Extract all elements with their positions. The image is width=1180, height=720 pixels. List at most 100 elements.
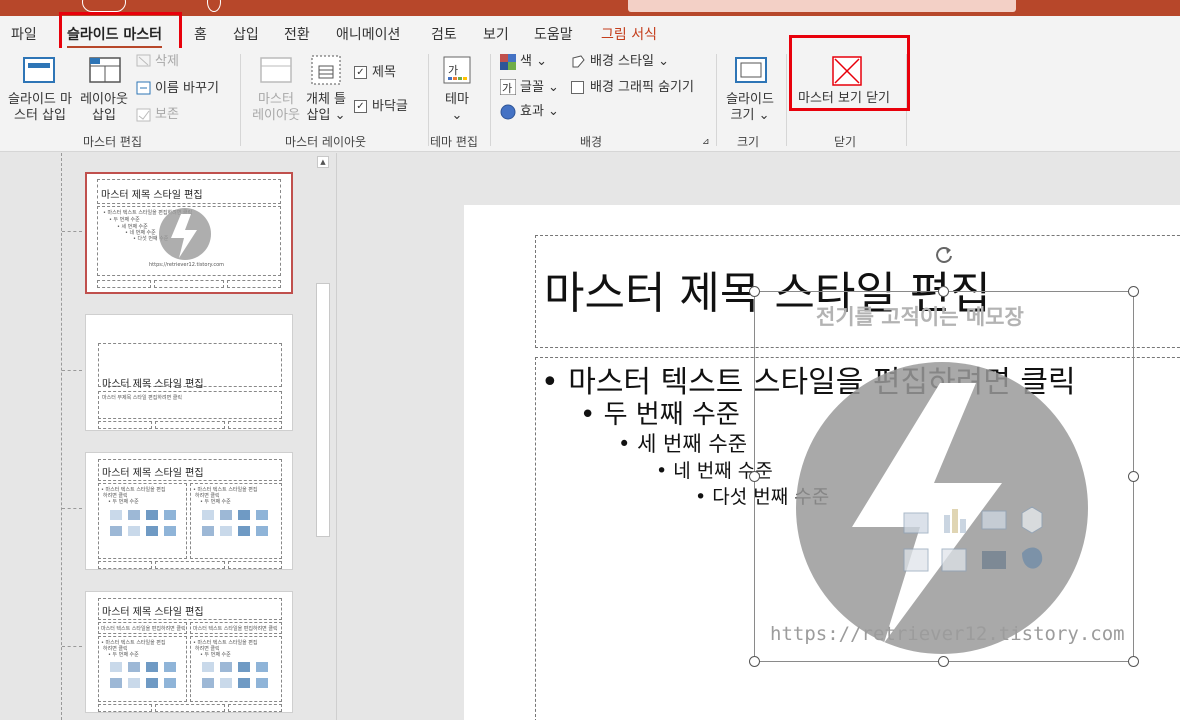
thumbnail-two-content-layout[interactable]: 마스터 제목 스타일 편집 • 마스터 텍스트 스타일을 편집 하려면 클릭 •… xyxy=(85,452,293,570)
thumb-watermark: https://retriever12.tistory.com xyxy=(149,262,225,268)
tab-transitions[interactable]: 전환 xyxy=(284,24,310,44)
slide-size-icon xyxy=(735,57,767,83)
separator xyxy=(490,54,491,146)
chevron-down-icon: ⌄ xyxy=(543,80,559,95)
bullet-level-2[interactable]: • 두 번째 수준 xyxy=(580,394,740,431)
insert-placeholder-label-2: 삽입 xyxy=(306,108,331,123)
tab-home[interactable]: 홈 xyxy=(194,24,207,44)
thumb-subtitle: 마스터 부제목 스타일 편집하려면 클릭 xyxy=(102,395,182,401)
thumb-footer-box xyxy=(155,421,225,429)
thumb-line: • 두 번째 수준 xyxy=(200,499,231,505)
themes-label: 테마 xyxy=(445,92,469,107)
thumbnail-slide-master[interactable]: 마스터 제목 스타일 편집 • 마스터 텍스트 스타일을 편집하려면 클릭 • … xyxy=(85,172,293,294)
slide-editing-area: 마스터 제목 스타일 편집 • 마스터 텍스트 스타일을 편집하려면 클릭 • … xyxy=(336,153,1180,720)
master-layout-label-2: 레이아웃 xyxy=(252,108,300,123)
themes-button[interactable]: 테마 ⌄ xyxy=(440,92,474,124)
thumb-line: • 두 번째 수준 xyxy=(108,652,139,658)
search-box[interactable] xyxy=(628,0,1016,12)
tab-review[interactable]: 검토 xyxy=(431,24,457,44)
effects-icon xyxy=(500,104,516,120)
bullet-level-3[interactable]: • 세 번째 수준 xyxy=(618,428,747,458)
scroll-up-arrow-icon[interactable]: ▲ xyxy=(317,156,329,168)
thumb-footer-box xyxy=(228,421,282,429)
thumb-line: • 두 번째 수준 xyxy=(200,652,231,658)
insert-layout-button[interactable]: 레이아웃 삽입 xyxy=(76,92,132,124)
record-icon[interactable] xyxy=(207,0,221,12)
preserve-button[interactable]: 보존 xyxy=(155,107,179,123)
colors-button[interactable]: 색 ⌄ xyxy=(520,54,547,70)
thumbnail-comparison-layout[interactable]: 마스터 제목 스타일 편집 마스터 텍스트 스타일을 편집하려면 클릭 마스터 … xyxy=(85,591,293,713)
delete-icon xyxy=(136,54,151,67)
insert-layout-icon xyxy=(89,57,121,83)
insert-placeholder-button[interactable]: 개체 틀 삽입 ⌄ xyxy=(303,92,349,124)
resize-handle[interactable] xyxy=(749,286,760,297)
rename-button[interactable]: 이름 바꾸기 xyxy=(155,81,219,97)
delete-button[interactable]: 삭제 xyxy=(155,54,179,70)
autosave-toggle[interactable] xyxy=(82,0,126,12)
thumb-footer-box xyxy=(98,421,152,429)
insert-slide-master-button[interactable]: 슬라이드 마 스터 삽입 xyxy=(6,92,74,124)
thumbnails-scrollbar[interactable]: ▲ xyxy=(314,153,332,720)
thumb-line: • 두 번째 수준 xyxy=(108,499,139,505)
svg-text:가: 가 xyxy=(502,82,512,95)
separator xyxy=(240,54,241,146)
insert-layout-label-2: 삽입 xyxy=(92,108,116,123)
hierarchy-tick xyxy=(62,231,82,232)
chevron-down-icon: ⌄ xyxy=(543,104,559,119)
tab-picture-format[interactable]: 그림 서식 xyxy=(601,24,657,44)
scrollbar-thumb[interactable] xyxy=(316,283,330,537)
resize-handle[interactable] xyxy=(749,471,760,482)
tab-animations[interactable]: 애니메이션 xyxy=(336,24,400,44)
thumb-footer-box xyxy=(154,280,224,288)
bullet-level-2-text: 두 번째 수준 xyxy=(603,400,740,430)
tab-view[interactable]: 보기 xyxy=(483,24,509,44)
colors-icon xyxy=(500,54,516,70)
thumb-footer-box xyxy=(228,561,282,569)
tab-insert[interactable]: 삽입 xyxy=(233,24,259,44)
background-styles-button[interactable]: 배경 스타일 ⌄ xyxy=(590,54,669,70)
separator xyxy=(716,54,717,146)
colors-label: 색 xyxy=(520,54,532,69)
resize-handle[interactable] xyxy=(749,656,760,667)
resize-handle[interactable] xyxy=(1128,286,1139,297)
group-label-master-layout: 마스터 레이아웃 xyxy=(285,135,367,149)
effects-button[interactable]: 효과 ⌄ xyxy=(520,104,559,120)
insert-layout-label-1: 레이아웃 xyxy=(80,92,128,107)
slide-canvas[interactable]: 마스터 제목 스타일 편집 • 마스터 텍스트 스타일을 편집하려면 클릭 • … xyxy=(464,205,1180,720)
thumb-footer-box xyxy=(98,561,152,569)
background-styles-icon xyxy=(572,55,585,68)
resize-handle[interactable] xyxy=(938,656,949,667)
footers-checkbox-label: 바닥글 xyxy=(372,99,408,114)
thumb-content-icons xyxy=(110,510,176,536)
hierarchy-tick xyxy=(62,370,82,371)
footers-checkbox[interactable]: ✓ xyxy=(354,100,367,113)
thumb-logo-image xyxy=(159,208,211,260)
resize-handle[interactable] xyxy=(1128,656,1139,667)
slide-thumbnails-pane: 마스터 제목 스타일 편집 • 마스터 텍스트 스타일을 편집하려면 클릭 • … xyxy=(0,153,334,720)
resize-handle[interactable] xyxy=(938,286,949,297)
dialog-launcher-icon[interactable]: ⊿ xyxy=(702,134,710,150)
separator xyxy=(786,54,787,146)
selection-frame xyxy=(754,291,1134,662)
svg-text:가: 가 xyxy=(448,64,458,77)
tab-file[interactable]: 파일 xyxy=(11,24,37,44)
thumbnail-title-layout[interactable]: 마스터 제목 스타일 편집 마스터 부제목 스타일 편집하려면 클릭 xyxy=(85,314,293,431)
slide-size-button[interactable]: 슬라이드 크기 ⌄ xyxy=(720,92,780,124)
thumb-footer-box xyxy=(98,704,152,712)
tab-help[interactable]: 도움말 xyxy=(534,24,573,44)
group-label-size: 크기 xyxy=(737,135,760,149)
title-checkbox[interactable]: ✓ xyxy=(354,66,367,79)
preserve-icon xyxy=(136,108,151,122)
separator xyxy=(428,54,429,146)
thumb-footer-box xyxy=(228,704,282,712)
effects-label: 효과 xyxy=(520,104,544,119)
rotate-handle-icon[interactable] xyxy=(932,243,956,267)
master-layout-icon xyxy=(260,57,292,83)
slide-size-label-2-row: 크기 ⌄ xyxy=(720,108,780,124)
master-layout-button[interactable]: 마스터 레이아웃 xyxy=(247,92,305,124)
themes-icon: 가 xyxy=(443,56,471,84)
insert-placeholder-label-2-row: 삽입 ⌄ xyxy=(303,108,349,124)
fonts-button[interactable]: 글꼴 ⌄ xyxy=(520,80,559,96)
resize-handle[interactable] xyxy=(1128,471,1139,482)
hide-background-graphics-checkbox[interactable] xyxy=(571,81,584,94)
